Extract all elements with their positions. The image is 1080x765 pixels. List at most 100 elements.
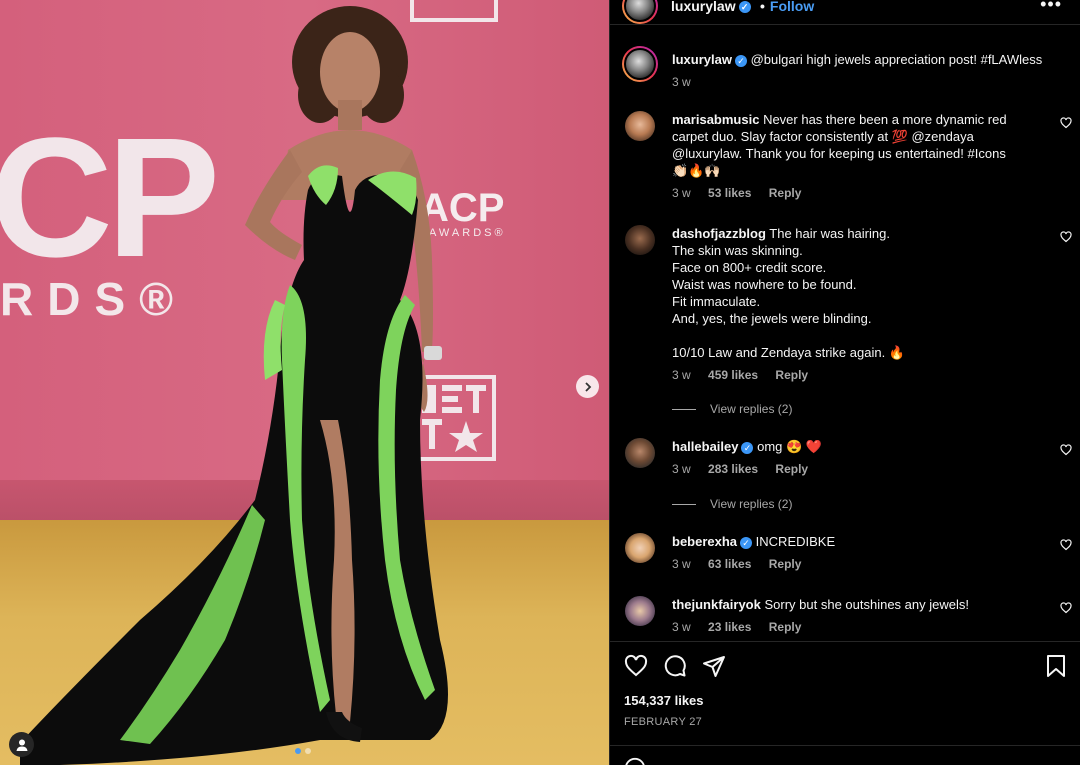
caption-content: luxurylaw ✓ @bulgari high jewels apprecia…: [672, 51, 1062, 91]
caption-time: 3 w: [672, 75, 691, 89]
comment-item: beberexha ✓ INCREDIBKE 3 w 63 likes Reply: [622, 533, 1072, 578]
comment-time: 3 w: [672, 462, 691, 476]
caption-text: @bulgari high jewels appreciation post! …: [750, 52, 1043, 67]
comment-like-heart-icon[interactable]: [1060, 444, 1072, 456]
view-replies-line: [672, 503, 696, 505]
comment-line: Fit immaculate.: [672, 294, 761, 309]
comment-time: 3 w: [672, 368, 691, 382]
caption-username[interactable]: luxurylaw: [672, 52, 732, 67]
actions-divider: [610, 641, 1080, 642]
comment-line: The hair was hairing.: [769, 226, 890, 241]
follow-label[interactable]: Follow: [770, 0, 814, 14]
comment-line: Waist was nowhere to be found.: [672, 277, 857, 292]
model-in-gown: [20, 6, 448, 765]
comment-content: hallebailey ✓ omg 😍 ❤️ 3 w 283 likes Repl…: [672, 438, 1012, 478]
view-replies-button[interactable]: View replies (2): [672, 402, 792, 416]
verified-badge-icon: ✓: [738, 1, 751, 14]
comment-time: 3 w: [672, 620, 691, 634]
comment-likes[interactable]: 283 likes: [708, 462, 758, 476]
post-like-count[interactable]: 154,337 likes: [624, 693, 704, 708]
carousel-dots: [295, 748, 311, 754]
commenter-username[interactable]: marisabmusic: [672, 112, 759, 127]
comment-item: thejunkfairyok Sorry but she outshines a…: [622, 596, 1072, 641]
emoji-icon[interactable]: [624, 757, 646, 765]
comment-text: INCREDIBKE: [755, 534, 836, 549]
caption-avatar[interactable]: [622, 46, 658, 82]
commenter-avatar[interactable]: [625, 438, 655, 468]
comment-time: 3 w: [672, 186, 691, 200]
commenter-avatar[interactable]: [625, 533, 655, 563]
comment-like-heart-icon[interactable]: [1060, 231, 1072, 243]
caption-row: luxurylaw ✓ @bulgari high jewels apprecia…: [622, 46, 1072, 96]
commenter-username[interactable]: hallebailey: [672, 439, 738, 454]
comment-content: beberexha ✓ INCREDIBKE 3 w 63 likes Reply: [672, 533, 1012, 573]
bookmark-icon[interactable]: [1045, 654, 1067, 678]
user-tags-button[interactable]: [9, 732, 34, 757]
commenter-avatar[interactable]: [625, 111, 655, 141]
follow-button[interactable]: • Follow: [760, 0, 814, 14]
comment-reply-button[interactable]: Reply: [769, 186, 802, 200]
header-divider: [610, 24, 1080, 25]
carousel-dot: [305, 748, 311, 754]
next-photo-button[interactable]: [576, 375, 599, 398]
user-tag-icon: [16, 739, 27, 751]
comment-item: hallebailey ✓ omg 😍 ❤️ 3 w 283 likes Repl…: [622, 438, 1072, 483]
comment-line: 10/10 Law and Zendaya strike again. 🔥: [672, 345, 905, 360]
view-replies-line: [672, 408, 696, 410]
comment-like-heart-icon[interactable]: [1060, 539, 1072, 551]
verified-badge-icon: ✓: [741, 441, 754, 454]
comment-item: dashofjazzblog The hair was hairing. The…: [622, 225, 1072, 390]
comment-meta: 3 w 283 likes Reply: [672, 461, 1012, 478]
comment-line: Face on 800+ credit score.: [672, 260, 827, 275]
commenter-avatar[interactable]: [625, 596, 655, 626]
comment-likes[interactable]: 53 likes: [708, 186, 751, 200]
view-replies-button[interactable]: View replies (2): [672, 497, 792, 511]
verified-badge-icon: ✓: [734, 54, 747, 67]
comment-icon[interactable]: [663, 654, 687, 678]
comment-meta: 3 w 53 likes Reply: [672, 185, 1012, 202]
comment-content: dashofjazzblog The hair was hairing. The…: [672, 225, 1012, 384]
comment-content: thejunkfairyok Sorry but she outshines a…: [672, 596, 1012, 636]
follow-separator: •: [760, 0, 765, 14]
author-avatar[interactable]: [622, 0, 658, 24]
commenter-avatar[interactable]: [625, 225, 655, 255]
comment-content: marisabmusic Never has there been a more…: [672, 111, 1012, 202]
post-date: FEBRUARY 27: [624, 716, 703, 728]
view-replies-label[interactable]: View replies (2): [710, 402, 792, 416]
post-header: luxurylaw ✓ • Follow •••: [610, 0, 1080, 24]
commenter-username[interactable]: beberexha: [672, 534, 737, 549]
comment-reply-button[interactable]: Reply: [769, 557, 802, 571]
comment-likes[interactable]: 23 likes: [708, 620, 751, 634]
comment-meta: 3 w 23 likes Reply: [672, 619, 1012, 636]
comment-reply-button[interactable]: Reply: [775, 462, 808, 476]
comment-reply-button[interactable]: Reply: [775, 368, 808, 382]
post-photo[interactable]: CP RDS® ACP G AWARDS®: [0, 0, 609, 765]
view-replies-label[interactable]: View replies (2): [710, 497, 792, 511]
carousel-dot-active: [295, 748, 301, 754]
chevron-right-icon: [584, 381, 591, 392]
heart-icon[interactable]: [624, 654, 648, 678]
comment-line: The skin was skinning.: [672, 243, 803, 258]
commenter-username[interactable]: dashofjazzblog: [672, 226, 766, 241]
comment-time: 3 w: [672, 557, 691, 571]
comment-box-divider: [610, 745, 1080, 746]
comment-text: omg 😍 ❤️: [757, 439, 822, 454]
comment-likes[interactable]: 63 likes: [708, 557, 751, 571]
share-icon[interactable]: [702, 654, 726, 678]
comment-reply-button[interactable]: Reply: [769, 620, 802, 634]
comment-meta: 3 w 63 likes Reply: [672, 556, 1012, 573]
verified-badge-icon: ✓: [740, 536, 753, 549]
more-options-button[interactable]: •••: [1040, 0, 1062, 15]
comment-like-heart-icon[interactable]: [1060, 602, 1072, 614]
comment-likes[interactable]: 459 likes: [708, 368, 758, 382]
author-username-text[interactable]: luxurylaw: [671, 0, 736, 14]
commenter-username[interactable]: thejunkfairyok: [672, 597, 761, 612]
post-action-bar: [610, 651, 1080, 681]
post-side-panel: luxurylaw ✓ • Follow ••• luxurylaw ✓ @bulga…: [609, 0, 1080, 765]
comment-line: And, yes, the jewels were blinding.: [672, 311, 872, 326]
comment-item: marisabmusic Never has there been a more…: [622, 111, 1072, 203]
comment-meta: 3 w 459 likes Reply: [672, 367, 1012, 384]
author-username[interactable]: luxurylaw ✓: [671, 0, 751, 14]
comment-text: Sorry but she outshines any jewels!: [764, 597, 969, 612]
comment-like-heart-icon[interactable]: [1060, 117, 1072, 129]
